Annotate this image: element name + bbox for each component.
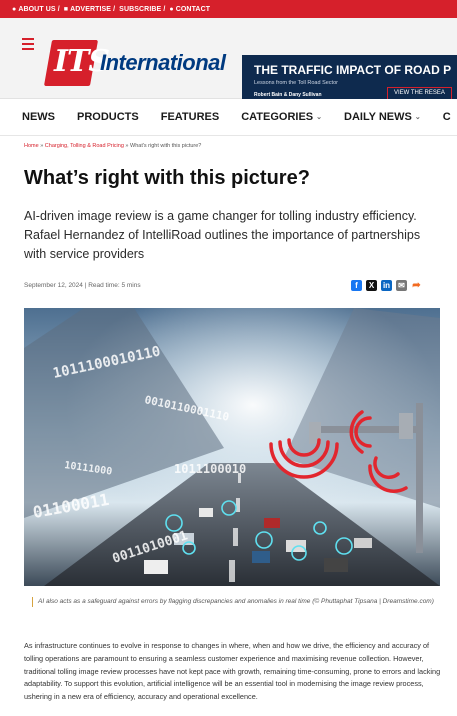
breadcrumb-home[interactable]: Home xyxy=(24,143,39,149)
banner-title: THE TRAFFIC IMPACT OF ROAD P xyxy=(254,63,452,77)
nav-item-label: FEATURES xyxy=(160,111,220,123)
nav-item-label: DAILY NEWS xyxy=(344,111,412,123)
nav-item-label: PRODUCTS xyxy=(77,111,139,123)
chevron-down-icon: ⌄ xyxy=(414,114,421,121)
nav-item-products[interactable]: PRODUCTS xyxy=(66,111,150,123)
hero-image: 1011100010110 0010110001110 1011100010 0… xyxy=(24,308,440,586)
nav-item-label: CATEGORIES xyxy=(241,111,314,123)
breadcrumb: Home » Charging, Tolling & Road Pricing … xyxy=(24,143,201,149)
hero-illustration: 1011100010110 0010110001110 1011100010 0… xyxy=(24,308,440,586)
share-bar: f X in ✉ ➦ xyxy=(351,280,422,291)
banner-authors: Robert Bain & Dany Sullivan xyxy=(254,92,322,98)
nav-item-categories[interactable]: CATEGORIES ⌄ xyxy=(230,111,333,123)
site-logo[interactable]: ITS International xyxy=(43,40,226,86)
breadcrumb-current: What's right with this picture? xyxy=(130,143,202,149)
contact-link[interactable]: ● CONTACT xyxy=(169,6,210,13)
nav-item-news[interactable]: NEWS xyxy=(0,111,66,123)
nav-item-c[interactable]: C xyxy=(432,111,457,123)
page-title: What’s right with this picture? xyxy=(24,167,310,189)
advert-banner[interactable]: THE TRAFFIC IMPACT OF ROAD P Lessons fro… xyxy=(242,55,457,105)
x-share-icon[interactable]: X xyxy=(366,280,377,291)
article-meta: September 12, 2024 | Read time: 5 mins xyxy=(24,282,141,289)
about-us-link[interactable]: ● ABOUT US / xyxy=(12,6,60,13)
main-nav: NEWS PRODUCTS FEATURES CATEGORIES ⌄ DAILY NEW… xyxy=(0,99,457,136)
chevron-down-icon: ⌄ xyxy=(316,114,322,121)
banner-subtitle: Lessons from the Toll Road Sector xyxy=(254,80,338,86)
linkedin-share-icon[interactable]: in xyxy=(381,280,392,291)
facebook-share-icon[interactable]: f xyxy=(351,280,362,291)
article-standfirst: AI-driven image review is a game changer… xyxy=(24,209,421,261)
nav-item-daily-news[interactable]: DAILY NEWS ⌄ xyxy=(333,111,432,123)
nav-item-label: C xyxy=(442,111,451,123)
logo-wordmark: International xyxy=(100,50,226,75)
top-utility-bar: ● ABOUT US / ■ ADVERTISE / SUBSCRIBE / ●… xyxy=(0,0,457,18)
article-body: As infrastructure continues to evolve in… xyxy=(24,641,441,702)
nav-item-label: NEWS xyxy=(22,111,55,123)
breadcrumb-category[interactable]: Charging, Tolling & Road Pricing xyxy=(45,143,124,149)
data-stream-text: 1011100010 xyxy=(174,462,246,476)
site-header: ITS International THE TRAFFIC IMPACT OF … xyxy=(0,18,457,105)
advertise-link[interactable]: ■ ADVERTISE / xyxy=(64,6,115,13)
email-share-icon[interactable]: ✉ xyxy=(396,280,407,291)
more-share-icon[interactable]: ➦ xyxy=(411,280,422,291)
nav-item-features[interactable]: FEATURES xyxy=(150,111,230,123)
hamburger-menu-icon[interactable] xyxy=(22,38,34,50)
image-caption: AI also acts as a safeguard against erro… xyxy=(32,597,446,607)
subscribe-link[interactable]: SUBSCRIBE / xyxy=(119,6,165,13)
